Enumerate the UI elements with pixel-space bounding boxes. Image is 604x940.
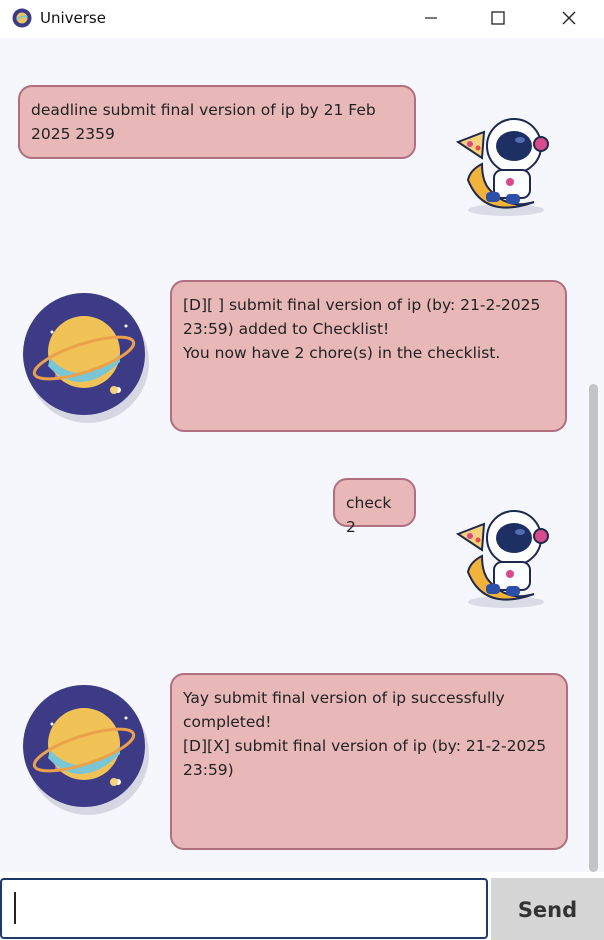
- window-title: Universe: [40, 9, 106, 27]
- planet-icon: [23, 685, 149, 815]
- scrollbar-thumb[interactable]: [589, 384, 598, 872]
- astronaut-icon: [455, 510, 549, 608]
- input-bar: Send: [0, 872, 604, 940]
- planet-icon: [12, 8, 32, 28]
- message-input[interactable]: [0, 878, 488, 939]
- astronaut-icon: [455, 118, 549, 216]
- close-button[interactable]: [546, 0, 592, 36]
- minimize-icon: [425, 17, 437, 19]
- app-window: Universe deadline submit final version o…: [0, 0, 604, 940]
- maximize-button[interactable]: [475, 0, 521, 36]
- close-icon: [562, 11, 576, 25]
- maximize-icon: [491, 11, 505, 25]
- bot-message-bubble: [D][ ] submit final version of ip (by: 2…: [170, 280, 567, 432]
- send-button[interactable]: Send: [491, 878, 604, 940]
- text-caret: [14, 892, 16, 924]
- planet-icon: [23, 293, 149, 423]
- minimize-button[interactable]: [408, 0, 454, 36]
- user-message-bubble: deadline submit final version of ip by 2…: [18, 85, 416, 159]
- bot-message-bubble: Yay submit final version of ip successfu…: [170, 673, 568, 850]
- user-message-bubble: check 2: [333, 478, 416, 536]
- title-bar[interactable]: Universe: [0, 0, 604, 38]
- chat-scroll-pane[interactable]: deadline submit final version of ip by 2…: [0, 38, 586, 872]
